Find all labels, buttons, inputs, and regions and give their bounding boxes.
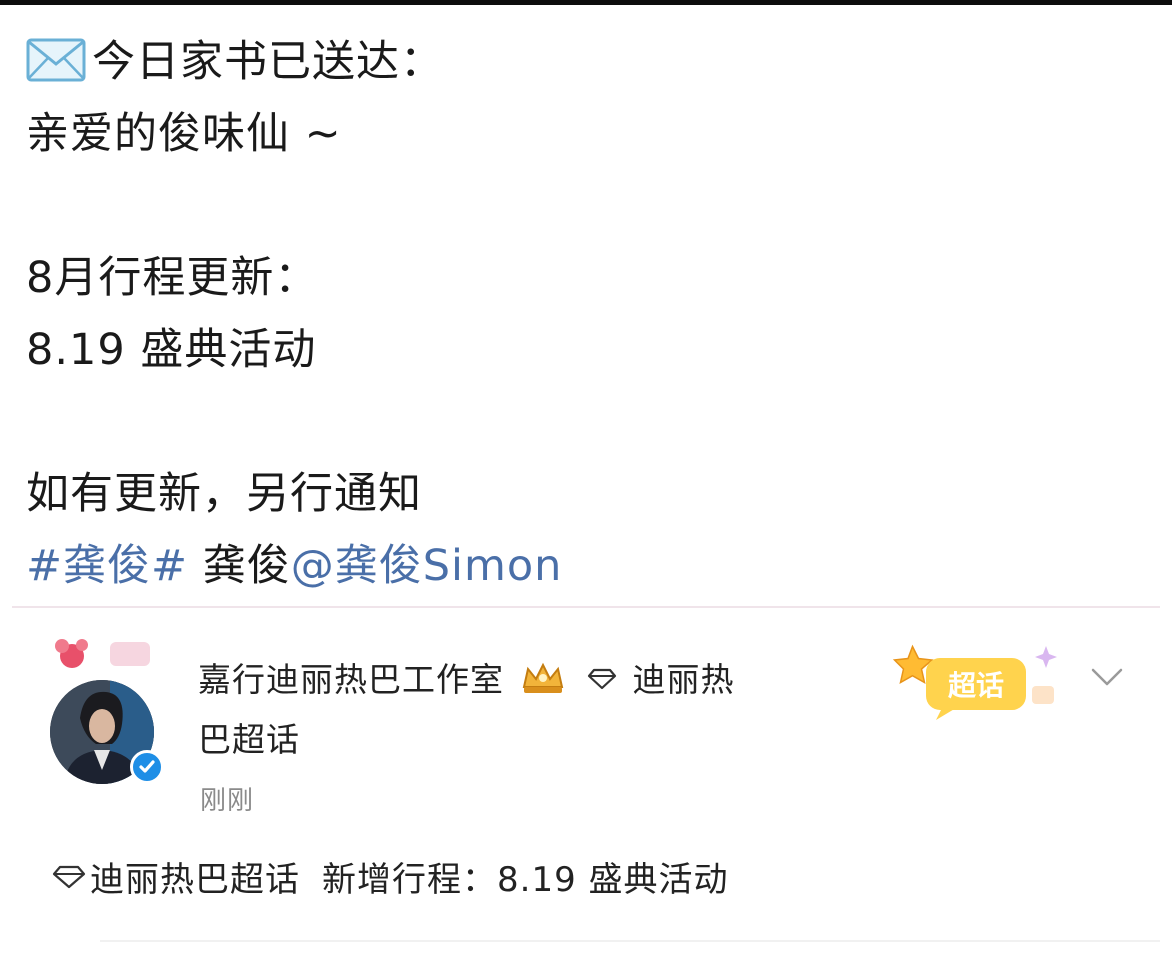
post-tags-line: #龚俊# 龚俊@龚俊Simon [26, 530, 1126, 602]
footer-topic-link[interactable]: 迪丽热巴超话 [90, 860, 300, 900]
badge-label: 超话 [948, 669, 1004, 702]
footer-update-text: 新增行程：8.19 盛典活动 [322, 860, 729, 900]
top-edge-bar [0, 0, 1172, 5]
mention-link[interactable]: @龚俊Simon [291, 541, 563, 591]
crown-icon [522, 662, 563, 693]
repost-header: 嘉行迪丽热巴工作室 迪丽热 巴超话 刚刚 超话 [0, 612, 1172, 832]
verified-icon [130, 750, 164, 784]
name-line: 嘉行迪丽热巴工作室 迪丽热 [198, 652, 735, 708]
post-greeting-title: 今日家书已送达： [92, 37, 444, 87]
post-line-1: 今日家书已送达： [26, 26, 1126, 98]
chevron-down-icon[interactable] [1090, 666, 1124, 688]
topic-link-part2[interactable]: 巴超话 [198, 720, 300, 759]
topic-link-part1[interactable]: 迪丽热 [633, 660, 735, 699]
avatar-wrap[interactable] [44, 636, 170, 784]
post-timestamp: 刚刚 [200, 786, 255, 816]
super-topic-badge[interactable]: 超话 [886, 638, 1066, 722]
diamond-icon [52, 865, 86, 889]
plain-name: 龚俊 [188, 541, 291, 591]
envelope-icon [26, 38, 86, 82]
divider [12, 606, 1160, 608]
hashtag-link[interactable]: #龚俊# [26, 541, 188, 591]
avatar-decoration-icon [55, 639, 150, 668]
footer-line: 迪丽热巴超话 新增行程：8.19 盛典活动 [52, 852, 729, 908]
post-line-3: 8月行程更新： [26, 253, 319, 303]
post-line-5: 如有更新，另行通知 [26, 469, 422, 519]
account-name[interactable]: 嘉行迪丽热巴工作室 [198, 660, 504, 699]
post-body: 今日家书已送达： 亲爱的俊味仙 ~ 8月行程更新： 8.19 盛典活动 如有更新… [26, 26, 1126, 602]
post-line-4: 8.19 盛典活动 [26, 325, 317, 375]
post-line-2: 亲爱的俊味仙 ~ [26, 109, 342, 159]
diamond-icon [587, 668, 617, 690]
name-line-2: 巴超话 [198, 712, 300, 768]
